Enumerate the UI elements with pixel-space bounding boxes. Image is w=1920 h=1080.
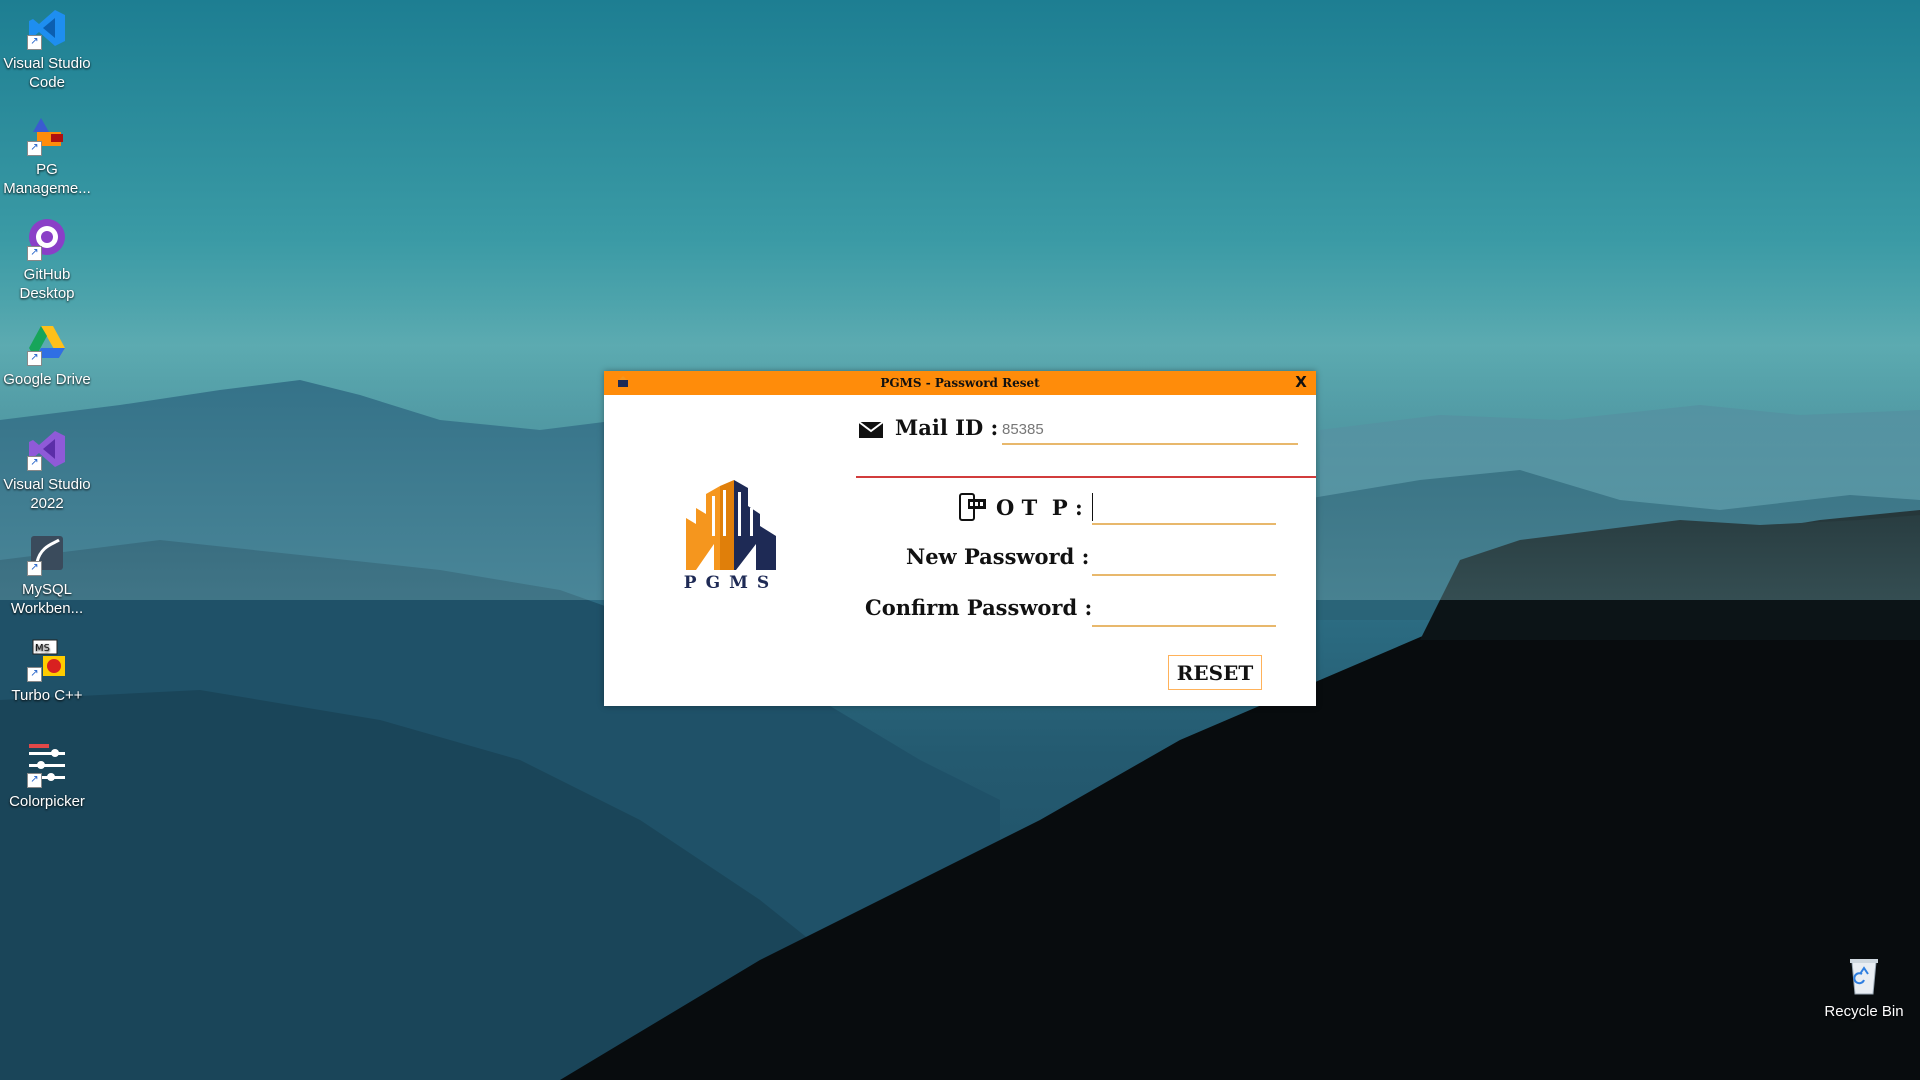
dialog-titlebar[interactable]: PGMS - Password Reset X — [604, 371, 1316, 395]
svg-text:MS: MS — [35, 643, 50, 654]
confirm-password-label: Confirm Password : — [865, 595, 1093, 620]
visual-studio-icon: ↗ — [25, 427, 69, 471]
otp-label: O T P : — [996, 495, 1083, 520]
desktop-icon-label: Colorpicker — [9, 793, 85, 810]
new-password-label: New Password : — [906, 544, 1090, 569]
mail-icon — [858, 420, 884, 445]
close-button[interactable]: X — [1292, 373, 1310, 391]
desktop-icon-vscode[interactable]: ↗ Visual Studio Code — [0, 6, 94, 92]
confirm-password-underline — [1092, 625, 1276, 627]
desktop-icon-google-drive[interactable]: ↗ Google Drive — [0, 322, 94, 389]
desktop-icon-label: Visual Studio Code — [3, 55, 91, 91]
reset-button[interactable]: RESET — [1168, 655, 1262, 690]
separator-line — [856, 476, 1316, 478]
confirm-password-input[interactable] — [1092, 594, 1274, 622]
password-reset-dialog: PGMS - Password Reset X PGMS Mail ID : O… — [604, 371, 1316, 706]
mail-id-label: Mail ID : — [895, 415, 999, 440]
vscode-icon: ↗ — [25, 6, 69, 50]
github-desktop-icon: ↗ — [25, 217, 69, 261]
desktop-icon-turbo-cpp[interactable]: MS ↗ Turbo C++ — [0, 638, 94, 705]
new-password-underline — [1092, 574, 1276, 576]
desktop-icon-label: GitHub Desktop — [19, 266, 75, 302]
mail-id-input[interactable] — [1000, 417, 1298, 441]
logo-text: PGMS — [683, 573, 779, 593]
pgms-logo — [686, 480, 776, 570]
desktop-icon-visual-studio[interactable]: ↗ Visual Studio 2022 — [0, 427, 94, 513]
new-password-input[interactable] — [1092, 543, 1274, 571]
desktop-icon-label: Recycle Bin — [1824, 1003, 1904, 1020]
recycle-bin-icon — [1842, 954, 1886, 998]
desktop-icon-recycle-bin[interactable]: Recycle Bin — [1814, 954, 1914, 1021]
desktop-icon-label: PG Manageme... — [3, 161, 91, 197]
desktop-icon-label: Visual Studio 2022 — [3, 476, 91, 512]
desktop-icon-label: Google Drive — [3, 371, 91, 388]
turbo-cpp-icon: MS ↗ — [25, 638, 69, 682]
otp-icon — [958, 493, 988, 526]
mysql-workbench-icon: ↗ — [25, 532, 69, 576]
desktop-icon-mysql-workbench[interactable]: ↗ MySQL Workben... — [0, 532, 94, 618]
otp-input[interactable] — [1092, 493, 1273, 521]
mail-id-underline — [1002, 443, 1298, 445]
desktop-icon-label: MySQL Workben... — [10, 581, 84, 617]
desktop-icon-colorpicker[interactable]: ↗ Colorpicker — [0, 744, 94, 811]
colorpicker-icon: ↗ — [25, 744, 69, 788]
google-drive-icon: ↗ — [25, 322, 69, 366]
desktop-icon-label: Turbo C++ — [11, 687, 83, 704]
pg-management-icon: ↗ — [25, 112, 69, 156]
otp-underline — [1092, 523, 1276, 525]
desktop-icon-github-desktop[interactable]: ↗ GitHub Desktop — [0, 217, 94, 303]
desktop-icon-pg-management[interactable]: ↗ PG Manageme... — [0, 112, 94, 198]
dialog-title: PGMS - Password Reset — [880, 376, 1040, 390]
